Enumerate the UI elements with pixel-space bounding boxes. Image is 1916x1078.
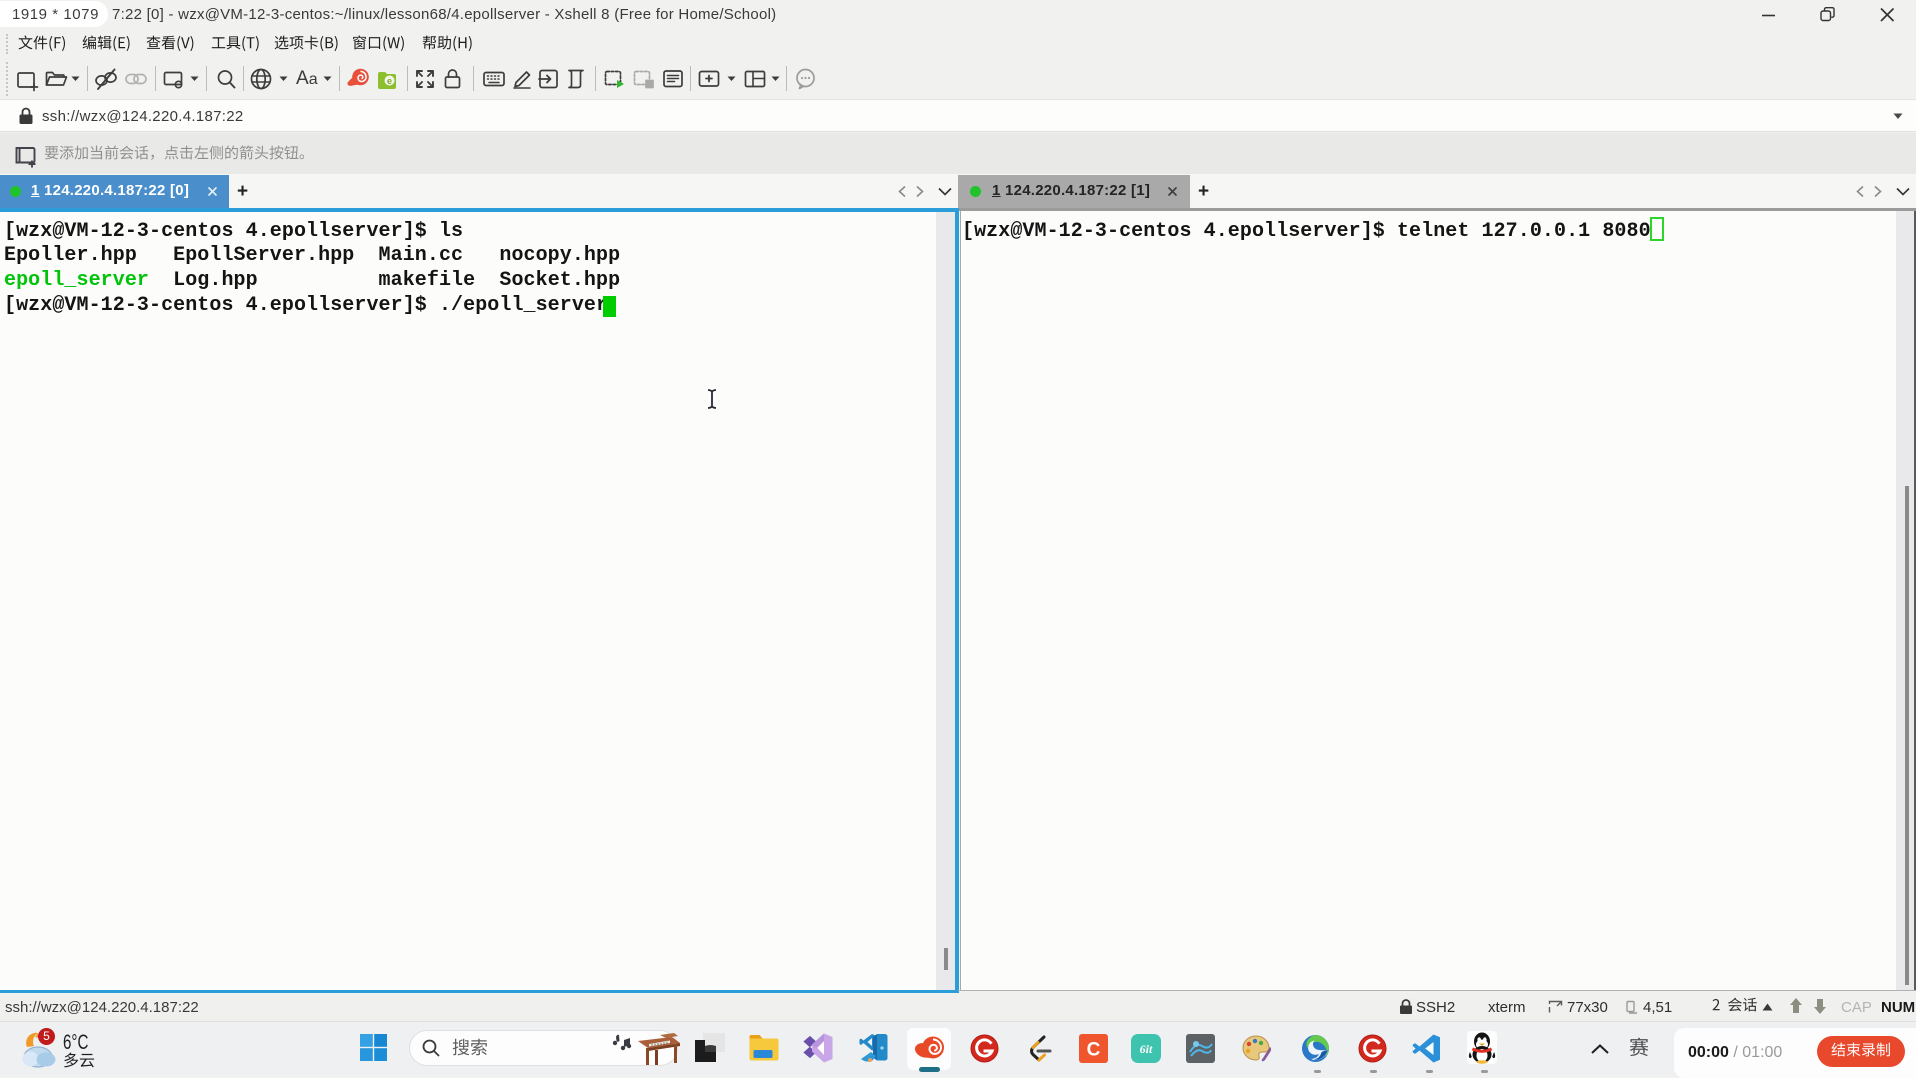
svg-text:e: e bbox=[387, 76, 392, 86]
svg-text:6it: 6it bbox=[1140, 1042, 1153, 1056]
svg-text:C: C bbox=[1087, 1040, 1101, 1061]
